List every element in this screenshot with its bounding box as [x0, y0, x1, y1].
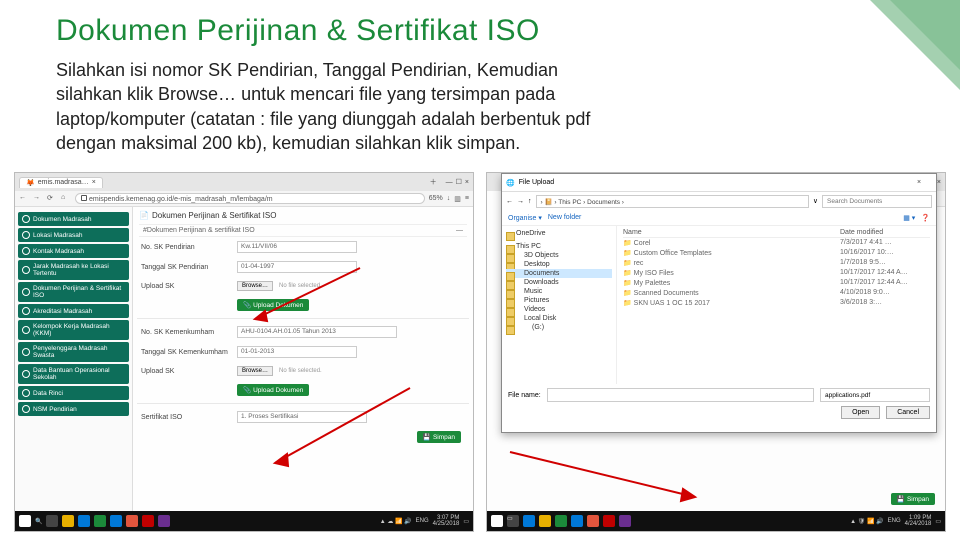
new-folder-button[interactable]: New folder [548, 214, 581, 221]
taskbar: 🔍 ▲ ☁ 📶 🔊 ENG 3:07 PM4/25/2018 ▭ [15, 511, 473, 531]
powerpoint-icon[interactable] [587, 515, 599, 527]
task-view-icon[interactable]: ▭ [507, 515, 519, 527]
sidebar-item[interactable]: Akreditasi Madrasah [18, 304, 129, 318]
word-icon[interactable] [110, 515, 122, 527]
opera-icon[interactable] [603, 515, 615, 527]
up-icon[interactable]: ↑ [528, 198, 532, 205]
app-icon[interactable] [158, 515, 170, 527]
home-icon[interactable]: ⌂ [61, 194, 71, 204]
browse-button[interactable]: Browse… [237, 366, 273, 376]
word-icon[interactable] [571, 515, 583, 527]
excel-icon[interactable] [555, 515, 567, 527]
app-icon[interactable] [619, 515, 631, 527]
browser-tab[interactable]: 🦊 emis.madrasa… × [19, 177, 103, 188]
tgl-sk-kemenkumham-input[interactable] [237, 346, 357, 358]
help-icon[interactable]: ❓ [921, 214, 930, 222]
sidebar-item[interactable]: Penyelenggara Madrasah Swasta [18, 342, 129, 362]
sidebar-item[interactable]: Kelompok Kerja Madrasah (KKM) [18, 320, 129, 340]
sidebar: Dokumen Madrasah Lokasi Madrasah Kontak … [15, 207, 133, 511]
no-sk-pendirian-input[interactable] [237, 241, 357, 253]
edge-icon[interactable] [523, 515, 535, 527]
open-button[interactable]: Open [841, 406, 880, 419]
screenshot-right: —☐× 94%↓▥≡ 📋 Data madrasah 💾 Simpan 🌐 Fi… [486, 172, 946, 532]
dialog-title: File Upload [519, 179, 554, 186]
download-icon[interactable]: ↓ [447, 195, 451, 202]
sidebar-item[interactable]: Kontak Madrasah [18, 244, 129, 258]
cortana-icon[interactable] [46, 515, 58, 527]
sidebar-item[interactable]: Jarak Madrasah ke Lokasi Tertentu [18, 260, 129, 280]
url-field[interactable]: emispendis.kemenag.go.id/e-mis_madrasah_… [75, 193, 425, 204]
back-icon[interactable]: ← [19, 194, 29, 204]
back-icon[interactable]: ← [506, 198, 513, 205]
filename-input[interactable] [547, 388, 814, 402]
reload-icon[interactable]: ⟳ [47, 194, 57, 204]
sidebar-item[interactable]: Dokumen Madrasah [18, 212, 129, 226]
forward-icon[interactable]: → [517, 198, 524, 205]
breadcrumb[interactable]: › 📔 › This PC › Documents › [536, 195, 809, 208]
explorer-icon[interactable] [539, 515, 551, 527]
sidebar-item[interactable]: Lokasi Madrasah [18, 228, 129, 242]
explorer-icon[interactable] [62, 515, 74, 527]
page-title: Dokumen Perijinan & Sertifikat ISO [56, 14, 540, 48]
cancel-button[interactable]: Cancel [886, 406, 930, 419]
sidebar-item[interactable]: Dokumen Perijinan & Sertifikat ISO [18, 282, 129, 302]
firefox-icon: 🦊 [26, 179, 35, 187]
close-icon[interactable]: × [92, 179, 96, 186]
close-icon[interactable]: × [906, 179, 932, 186]
browser-tabbar: 🦊 emis.madrasa… × ＋ —☐× [15, 173, 473, 191]
forward-icon[interactable]: → [33, 194, 43, 204]
folder-tree[interactable]: OneDrive This PC 3D Objects Desktop Docu… [502, 226, 617, 384]
description: Silahkan isi nomor SK Pendirian, Tanggal… [56, 58, 626, 155]
opera-icon[interactable] [142, 515, 154, 527]
windows-icon[interactable] [491, 515, 503, 527]
sidebar-item[interactable]: Data Rinci [18, 386, 129, 400]
menu-icon[interactable]: ≡ [465, 195, 469, 202]
panel-header: 📄 Dokumen Perijinan & Sertifikat ISO [139, 211, 467, 220]
file-list[interactable]: NameDate modified 📁 Corel7/3/2017 4:41 …… [617, 226, 936, 384]
filetype-select[interactable]: applications.pdf [820, 388, 930, 402]
taskbar: ▭ ▲ 🛡 📶 🔊 ENG 1:09 PM4/24/2018 ▭ [487, 511, 945, 531]
search-input[interactable] [822, 195, 932, 208]
library-icon[interactable]: ▥ [454, 195, 461, 203]
upload-icon: 🌐 [506, 179, 515, 187]
powerpoint-icon[interactable] [126, 515, 138, 527]
edge-icon[interactable] [78, 515, 90, 527]
excel-icon[interactable] [94, 515, 106, 527]
organise-menu[interactable]: Organise ▾ [508, 214, 542, 222]
panel-subtitle: #Dokumen Perijinan & sertifikat ISO— [139, 224, 467, 237]
address-bar: ← → ⟳ ⌂ emispendis.kemenag.go.id/e-mis_m… [15, 191, 473, 207]
view-icon[interactable]: ▦ ▾ [903, 214, 915, 222]
file-dialog: 🌐 File Upload × ← → ↑ › 📔 › This PC › Do… [501, 173, 937, 433]
sidebar-item[interactable]: NSM Pendirian [18, 402, 129, 416]
simpan-button[interactable]: 💾 Simpan [417, 431, 461, 443]
screenshot-left: 🦊 emis.madrasa… × ＋ —☐× ← → ⟳ ⌂ emispend… [14, 172, 474, 532]
windows-icon[interactable] [19, 515, 31, 527]
simpan-button[interactable]: 💾 Simpan [891, 493, 935, 505]
sidebar-item[interactable]: Data Bantuan Operasional Sekolah [18, 364, 129, 384]
